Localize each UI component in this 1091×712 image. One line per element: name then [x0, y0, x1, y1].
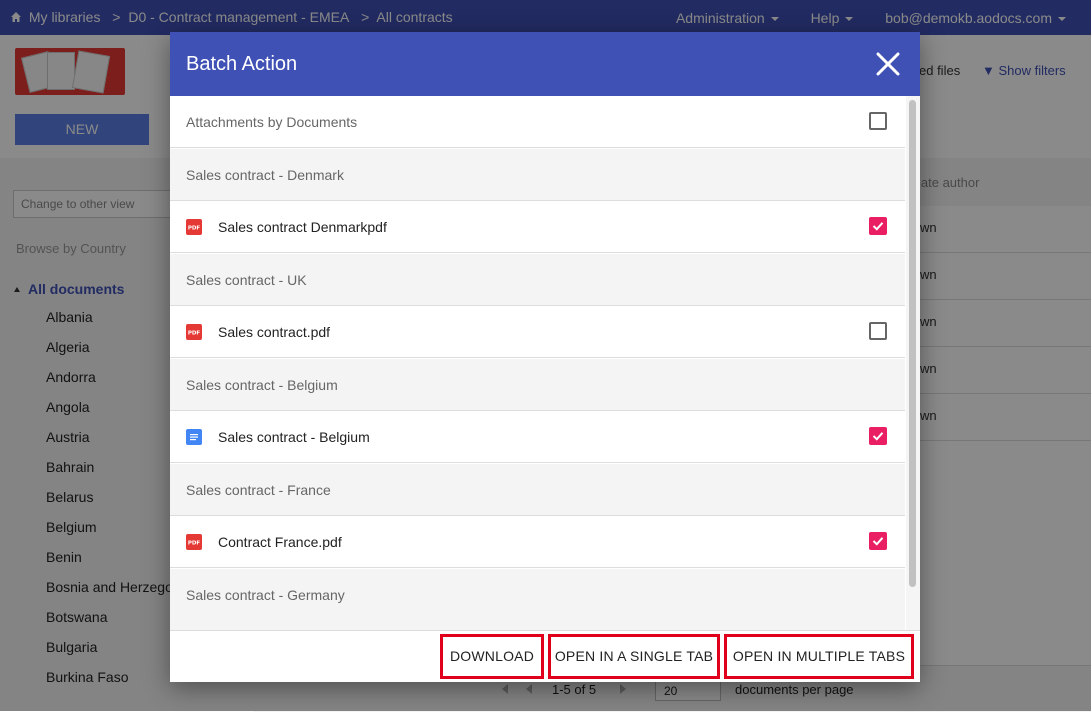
scrollbar-thumb[interactable]	[909, 100, 916, 587]
group-header: Sales contract - UK	[170, 254, 905, 306]
svg-text:PDF: PDF	[188, 541, 201, 547]
close-icon[interactable]	[874, 50, 902, 78]
group-header: Sales contract - Denmark	[170, 149, 905, 201]
file-checkbox[interactable]	[869, 322, 887, 340]
pdf-icon: PDF	[186, 534, 202, 550]
list-item-attachments[interactable]: Attachments by Documents	[170, 96, 905, 148]
list-item-file[interactable]: Sales contract - Belgium	[170, 411, 905, 463]
svg-text:PDF: PDF	[188, 226, 201, 232]
group-label: Sales contract - Germany	[186, 587, 345, 603]
dialog-actions: DOWNLOAD OPEN IN A SINGLE TAB OPEN IN MU…	[170, 630, 920, 682]
file-name: Sales contract - Belgium	[218, 429, 370, 445]
file-name: Sales contract Denmarkpdf	[218, 219, 387, 235]
attachments-label: Attachments by Documents	[186, 114, 358, 130]
group-label: Sales contract - UK	[186, 272, 307, 288]
open-single-tab-button[interactable]: OPEN IN A SINGLE TAB	[548, 634, 720, 679]
dialog-header: Batch Action	[170, 32, 920, 96]
google-doc-icon	[186, 429, 202, 445]
dialog-scrollbar[interactable]	[906, 96, 920, 630]
batch-action-dialog: Batch Action Attachments by Documents Sa…	[170, 32, 920, 682]
list-item-file[interactable]: PDF Contract France.pdf	[170, 516, 905, 568]
file-name: Contract France.pdf	[218, 534, 342, 550]
dialog-document-list: Attachments by Documents Sales contract …	[170, 96, 905, 630]
open-multiple-tabs-button[interactable]: OPEN IN MULTIPLE TABS	[724, 634, 914, 679]
file-checkbox[interactable]	[869, 217, 887, 235]
list-item-file[interactable]: PDF Sales contract Denmarkpdf	[170, 201, 905, 253]
group-label: Sales contract - France	[186, 482, 331, 498]
group-header: Sales contract - Belgium	[170, 359, 905, 411]
pdf-icon: PDF	[186, 219, 202, 235]
group-header: Sales contract - Germany	[170, 569, 905, 630]
download-button[interactable]: DOWNLOAD	[440, 634, 544, 679]
group-header: Sales contract - France	[170, 464, 905, 516]
file-name: Sales contract.pdf	[218, 324, 331, 340]
file-checkbox[interactable]	[869, 532, 887, 550]
svg-text:PDF: PDF	[188, 331, 201, 337]
group-label: Sales contract - Belgium	[186, 377, 338, 393]
file-checkbox[interactable]	[869, 427, 887, 445]
dialog-title: Batch Action	[186, 53, 298, 75]
group-label: Sales contract - Denmark	[186, 167, 344, 183]
attachments-checkbox[interactable]	[869, 112, 887, 130]
list-item-file[interactable]: PDF Sales contract.pdf	[170, 306, 905, 358]
pdf-icon: PDF	[186, 324, 202, 340]
